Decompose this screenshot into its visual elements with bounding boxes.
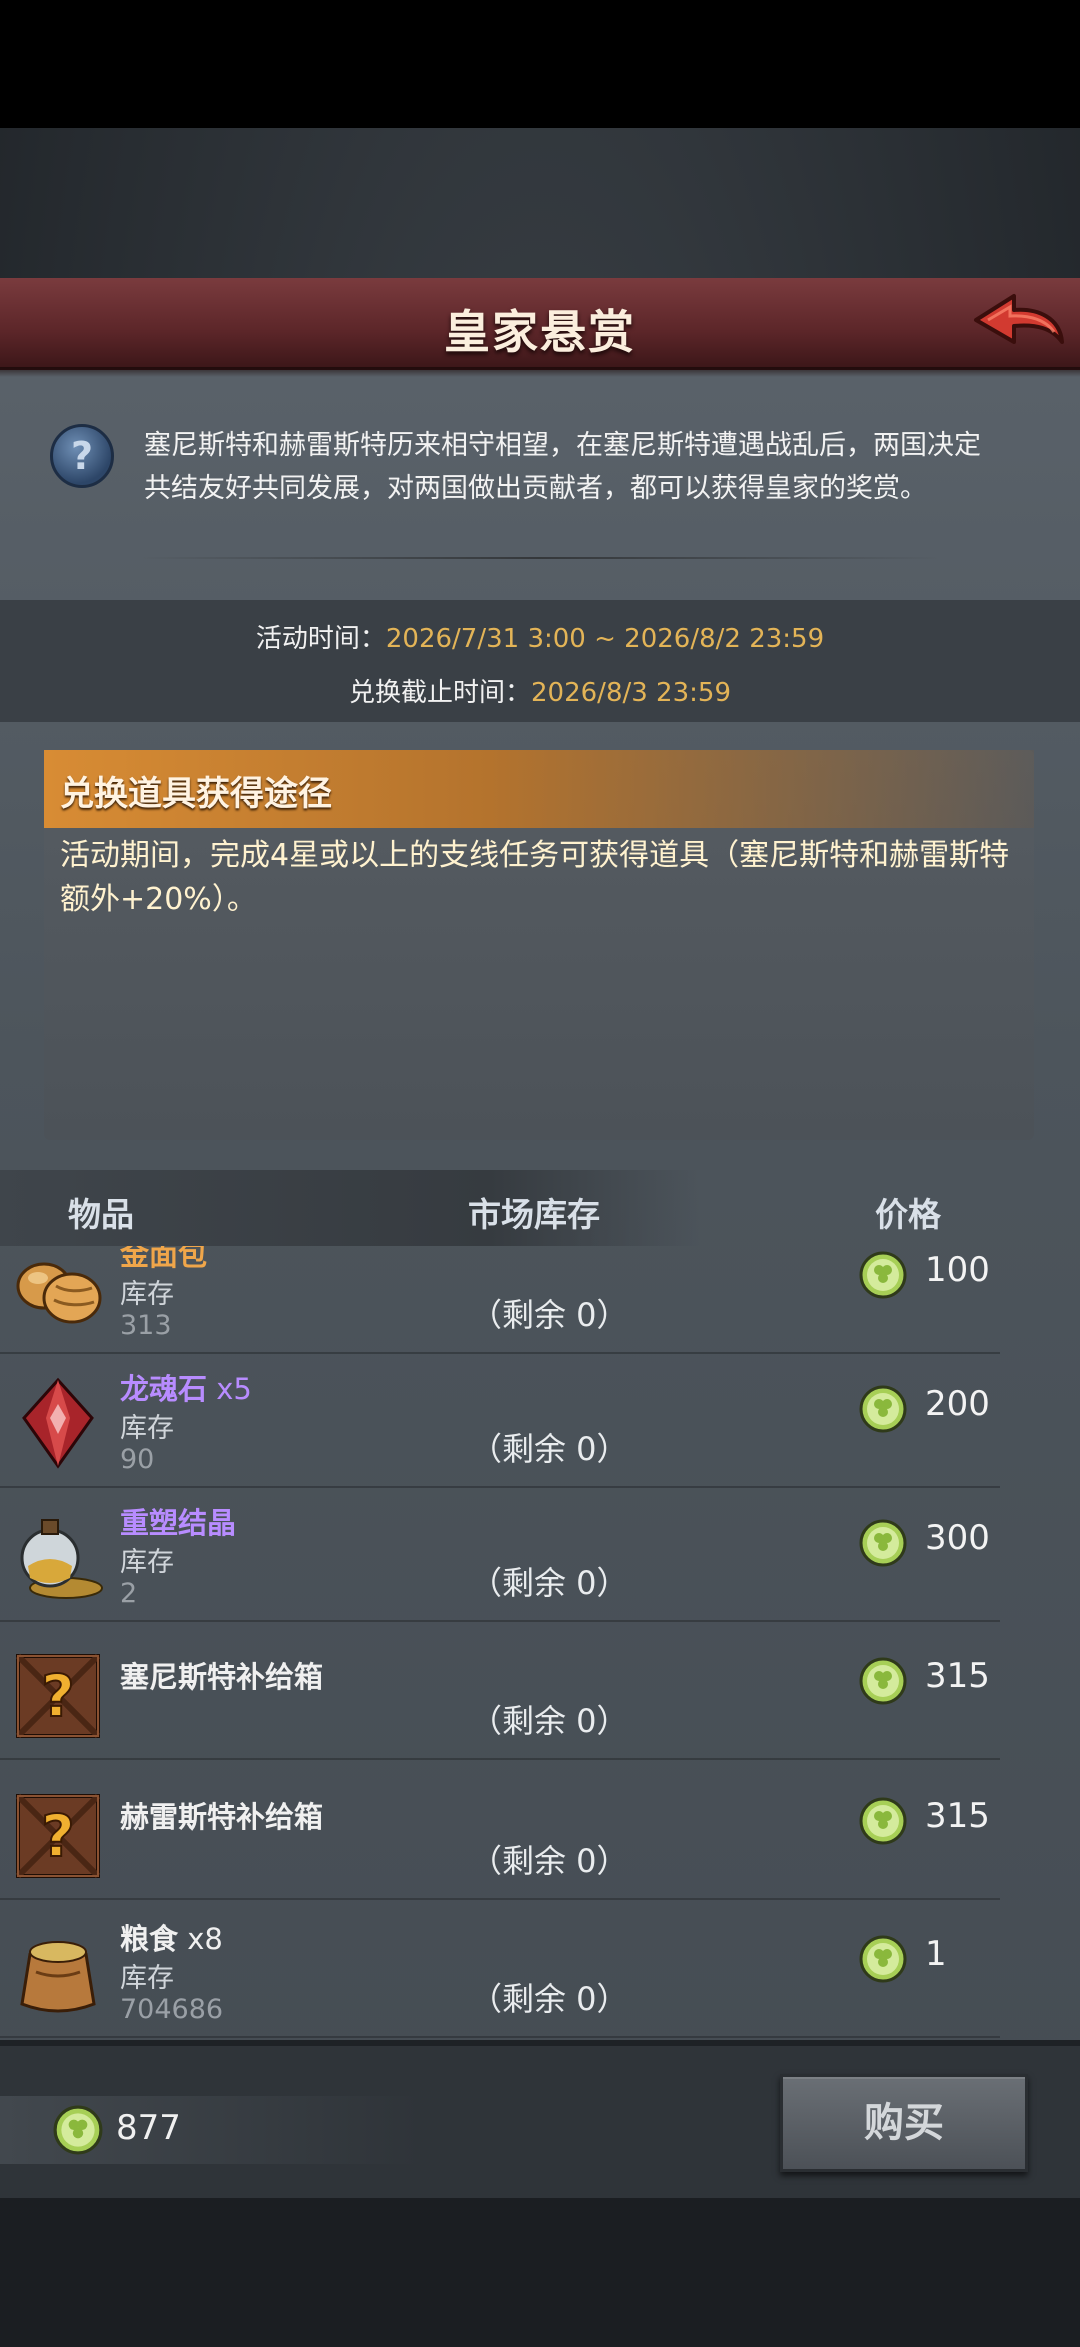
stock-label: 库存 — [120, 1413, 174, 1444]
grain-sack-icon — [20, 1941, 96, 2013]
market-remaining: （剩余 0） — [470, 1842, 629, 1880]
mystery-crate-icon: ? — [15, 1793, 101, 1879]
svg-text:?: ? — [41, 1802, 75, 1870]
item-name: 重塑结晶 — [120, 1506, 237, 1540]
stock-value: 2 — [120, 1578, 138, 1609]
column-header-stock: 市场库存 — [468, 1195, 600, 1234]
stock-label: 库存 — [120, 1963, 174, 1994]
price-value: 200 — [925, 1384, 990, 1424]
table-row[interactable]: 粮食 x8 库存 704686 （剩余 0） 1 — [0, 1904, 1000, 2038]
stock-label: 库存 — [120, 1547, 174, 1578]
market-remaining: （剩余 0） — [470, 1980, 629, 2018]
price-value: 315 — [925, 1796, 990, 1836]
market-remaining: （剩余 0） — [470, 1702, 629, 1740]
page-title: 皇家悬赏 — [444, 305, 636, 359]
item-name: 龙魂石 x5 — [120, 1372, 252, 1406]
stock-value: 313 — [120, 1310, 172, 1341]
item-name: 赫雷斯特补给箱 — [120, 1800, 324, 1834]
table-row[interactable]: 金面包 库存 313 （剩余 0） 100 — [0, 1246, 1000, 1354]
help-icon[interactable]: ? — [50, 424, 114, 488]
activity-time-value: 2026/7/31 3:00 ~ 2026/8/2 23:59 — [385, 624, 825, 654]
intro-text: 塞尼斯特和赫雷斯特历来相守相望，在塞尼斯特遭遇战乱后，两国决定共结友好共同发展，… — [144, 430, 981, 504]
clover-coin-icon — [53, 2105, 103, 2155]
exchange-deadline-value: 2026/8/3 23:59 — [531, 678, 731, 708]
info-body: 活动期间，完成4星或以上的支线任务可获得道具（塞尼斯特和赫雷斯特额外+20%）。 — [60, 838, 1010, 917]
currency-balance: 877 — [116, 2108, 181, 2148]
clover-coin-icon — [859, 1251, 907, 1299]
market-remaining: （剩余 0） — [470, 1296, 629, 1334]
title-banner: 皇家悬赏 — [0, 278, 1080, 377]
stock-value: 90 — [120, 1444, 155, 1475]
exchange-deadline-row: 兑换截止时间：2026/8/3 23:59 — [0, 672, 1080, 709]
buy-button[interactable]: 购买 — [780, 2074, 1028, 2172]
bottom-area — [0, 2198, 1080, 2347]
footer-divider — [0, 2040, 1080, 2046]
status-bar-area — [0, 0, 1080, 128]
price-value: 1 — [925, 1934, 947, 1974]
event-time-band: 活动时间：2026/7/31 3:00 ~ 2026/8/2 23:59 兑换截… — [0, 600, 1080, 722]
table-row[interactable]: 重塑结晶 库存 2 （剩余 0） 300 — [0, 1488, 1000, 1622]
table-row[interactable]: 龙魂石 x5 库存 90 （剩余 0） 200 — [0, 1354, 1000, 1488]
clover-coin-icon — [859, 1519, 907, 1567]
activity-time-row: 活动时间：2026/7/31 3:00 ~ 2026/8/2 23:59 — [0, 618, 1080, 655]
price-value: 300 — [925, 1518, 990, 1558]
divider — [140, 557, 940, 559]
stock-value: 704686 — [120, 1994, 224, 2025]
table-row[interactable]: ? 塞尼斯特补给箱 （剩余 0） 315 — [0, 1626, 1000, 1760]
info-title: 兑换道具获得途径 — [60, 774, 332, 814]
column-header-price: 价格 — [875, 1195, 941, 1234]
market-remaining: （剩余 0） — [470, 1430, 629, 1468]
clover-coin-icon — [859, 1657, 907, 1705]
bread-icon — [16, 1262, 102, 1324]
stock-label: 库存 — [120, 1279, 174, 1310]
clover-coin-icon — [859, 1797, 907, 1845]
back-arrow-icon[interactable] — [968, 290, 1068, 360]
svg-text:?: ? — [41, 1662, 75, 1730]
table-row[interactable]: ? 赫雷斯特补给箱 （剩余 0） 315 — [0, 1766, 1000, 1900]
item-name: 粮食 x8 — [120, 1922, 223, 1956]
exchange-deadline-label: 兑换截止时间： — [349, 678, 532, 708]
price-value: 315 — [925, 1656, 990, 1696]
clover-coin-icon — [859, 1385, 907, 1433]
activity-time-label: 活动时间： — [255, 624, 386, 654]
market-remaining: （剩余 0） — [470, 1564, 629, 1602]
red-gem-icon — [22, 1377, 94, 1469]
item-name: 塞尼斯特补给箱 — [120, 1660, 324, 1694]
mystery-crate-icon: ? — [15, 1653, 101, 1739]
item-name: 金面包 — [120, 1246, 208, 1272]
item-list[interactable]: 金面包 库存 313 （剩余 0） 100 龙魂石 x5 库存 90 （剩余 0… — [0, 1246, 1080, 2040]
column-header-item: 物品 — [68, 1195, 134, 1234]
clover-coin-icon — [859, 1935, 907, 1983]
screen: 皇家悬赏 ? 塞尼斯特和赫雷斯特历来相守相望，在塞尼斯特遭遇战乱后，两国决定共结… — [0, 0, 1080, 2347]
price-value: 100 — [925, 1250, 990, 1290]
potion-flask-icon — [20, 1519, 103, 1599]
